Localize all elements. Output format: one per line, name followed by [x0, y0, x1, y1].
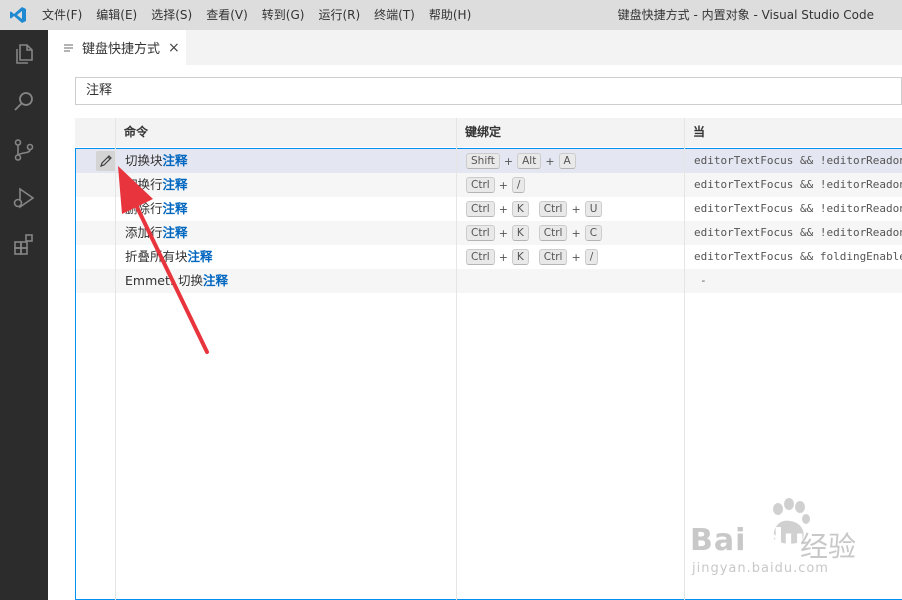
key-cap: C	[584, 225, 603, 241]
key-cap: Ctrl	[466, 201, 495, 217]
search-match-highlight: 注释	[187, 249, 213, 264]
when-clause-cell: editorTextFocus && !editorReadonly	[694, 202, 902, 215]
column-divider[interactable]	[456, 118, 457, 600]
window-title: 键盘快捷方式 - 内置对象 - Visual Studio Code	[617, 8, 874, 22]
command-label: 折叠所有块	[125, 249, 188, 264]
key-separator: +	[571, 202, 581, 216]
menu-item[interactable]: 查看(V)	[199, 0, 255, 30]
key-separator: +	[571, 226, 581, 240]
command-label: 切换块	[125, 153, 163, 168]
when-clause-cell: editorTextFocus && !editorReadonly	[694, 154, 902, 167]
watermark-url: jingyan.baidu.com	[692, 561, 829, 576]
key-separator: +	[498, 226, 508, 240]
command-cell: Emmet: 切换注释	[125, 269, 228, 293]
key-cap: K	[511, 201, 529, 217]
key-cap: Ctrl	[466, 177, 495, 193]
run-debug-icon[interactable]	[10, 184, 38, 212]
column-divider[interactable]	[684, 118, 685, 600]
key-cap: Alt	[517, 153, 542, 169]
key-cap: K	[511, 249, 529, 265]
command-label: 删除行	[125, 201, 163, 216]
key-cap: A	[558, 153, 576, 169]
key-separator: +	[571, 250, 581, 264]
when-clause-cell: editorTextFocus && foldingEnabled	[694, 250, 902, 263]
search-match-highlight: 注释	[162, 201, 188, 216]
table-row[interactable]: Emmet: 切换注释 -	[76, 269, 902, 293]
table-row[interactable]: 切换行注释 Ctrl + / editorTextFocus && !editorRea…	[76, 173, 902, 197]
key-cap: /	[511, 177, 526, 193]
command-cell: 折叠所有块注释	[125, 245, 213, 269]
menu-bar: 文件(F) 编辑(E) 选择(S) 查看(V) 转到(G) 运行(R) 终端(T) 帮助(H)	[35, 0, 478, 30]
menu-item[interactable]: 选择(S)	[144, 0, 199, 30]
when-clause-cell: -	[700, 274, 707, 287]
search-match-highlight: 注释	[162, 177, 188, 192]
close-icon[interactable]: ×	[168, 41, 180, 55]
menu-item[interactable]: 文件(F)	[35, 0, 89, 30]
edit-keybinding-icon[interactable]	[96, 151, 116, 171]
key-cap: Shift	[466, 153, 500, 169]
search-match-highlight: 注释	[162, 153, 188, 168]
keybinding-cell: Ctrl + K Ctrl + U	[466, 200, 603, 218]
tab-strip: 键盘快捷方式 ×	[48, 30, 902, 65]
watermark-logo-text: Bai	[690, 523, 747, 558]
keybinding-cell: Ctrl + K Ctrl + /	[466, 248, 599, 266]
title-bar: 文件(F) 编辑(E) 选择(S) 查看(V) 转到(G) 运行(R) 终端(T) 帮助(H)…	[0, 0, 902, 30]
tab-label: 键盘快捷方式	[82, 42, 161, 57]
keybinding-cell: Ctrl + K Ctrl + C	[466, 224, 603, 242]
table-row[interactable]: 折叠所有块注释 Ctrl + K Ctrl + / editorTextFocus && fo…	[76, 245, 902, 269]
command-cell: 删除行注释	[125, 197, 188, 221]
keyboard-shortcuts-file-icon	[64, 42, 76, 54]
activity-bar	[0, 30, 48, 600]
menu-item[interactable]: 运行(R)	[311, 0, 367, 30]
explorer-icon[interactable]	[10, 40, 38, 68]
key-cap: U	[584, 201, 603, 217]
command-label: 添加行	[125, 225, 163, 240]
command-cell: 切换行注释	[125, 173, 188, 197]
when-clause-cell: editorTextFocus && !editorReadonly	[694, 226, 902, 239]
column-header-keybinding[interactable]: 键绑定	[465, 118, 501, 147]
key-cap: Ctrl	[538, 249, 568, 265]
extensions-icon[interactable]	[10, 231, 38, 259]
vscode-logo-icon	[0, 0, 35, 30]
search-match-highlight: 注释	[162, 225, 188, 240]
key-separator: +	[503, 154, 514, 168]
command-cell: 添加行注释	[125, 221, 188, 245]
column-header-when[interactable]: 当	[693, 118, 705, 147]
table-row[interactable]: 添加行注释 Ctrl + K Ctrl + CeditorTextFocus && !edi…	[76, 221, 902, 245]
command-cell: 切换块注释	[125, 149, 188, 173]
tab-keyboard-shortcuts[interactable]: 键盘快捷方式 ×	[48, 30, 186, 65]
keybinding-cell: Ctrl + /	[466, 176, 526, 194]
command-label: 切换行	[125, 177, 163, 192]
source-control-icon[interactable]	[10, 136, 38, 164]
key-separator: +	[498, 178, 508, 192]
table-row[interactable]: 删除行注释 Ctrl + K Ctrl + UeditorTextFocus && !edi…	[76, 197, 902, 221]
watermark-logo-text2: du	[762, 523, 805, 558]
key-cap: Ctrl	[466, 225, 495, 241]
key-separator: +	[498, 202, 508, 216]
menu-item[interactable]: 终端(T)	[367, 0, 422, 30]
key-cap: Ctrl	[538, 225, 568, 241]
key-cap: /	[584, 249, 599, 265]
keybindings-search-input[interactable]: 注释	[75, 77, 902, 105]
when-clause-cell: editorTextFocus && !editorReadonly	[694, 178, 902, 191]
search-match-highlight: 注释	[203, 273, 229, 288]
column-divider	[115, 118, 116, 600]
search-icon[interactable]	[10, 87, 38, 115]
column-header-command[interactable]: 命令	[124, 118, 148, 147]
key-cap: Ctrl	[466, 249, 495, 265]
menu-item[interactable]: 转到(G)	[255, 0, 312, 30]
baidu-jingyan-watermark: Bai du 经验 jingyan.baidu.com	[690, 495, 890, 585]
key-cap: Ctrl	[538, 201, 568, 217]
command-label: Emmet: 切换	[125, 273, 204, 288]
key-cap: K	[511, 225, 529, 241]
key-separator: +	[498, 250, 508, 264]
table-header: 命令 键绑定 当	[75, 118, 902, 147]
watermark-cn-text: 经验	[800, 530, 857, 563]
menu-item[interactable]: 编辑(E)	[89, 0, 144, 30]
key-separator: +	[545, 154, 555, 168]
keybinding-cell: Shift + Alt + A	[466, 152, 576, 170]
table-row[interactable]: 切换块注释 Shift + Alt + AeditorTextFocus && !edit…	[76, 149, 902, 173]
menu-item[interactable]: 帮助(H)	[422, 0, 478, 30]
